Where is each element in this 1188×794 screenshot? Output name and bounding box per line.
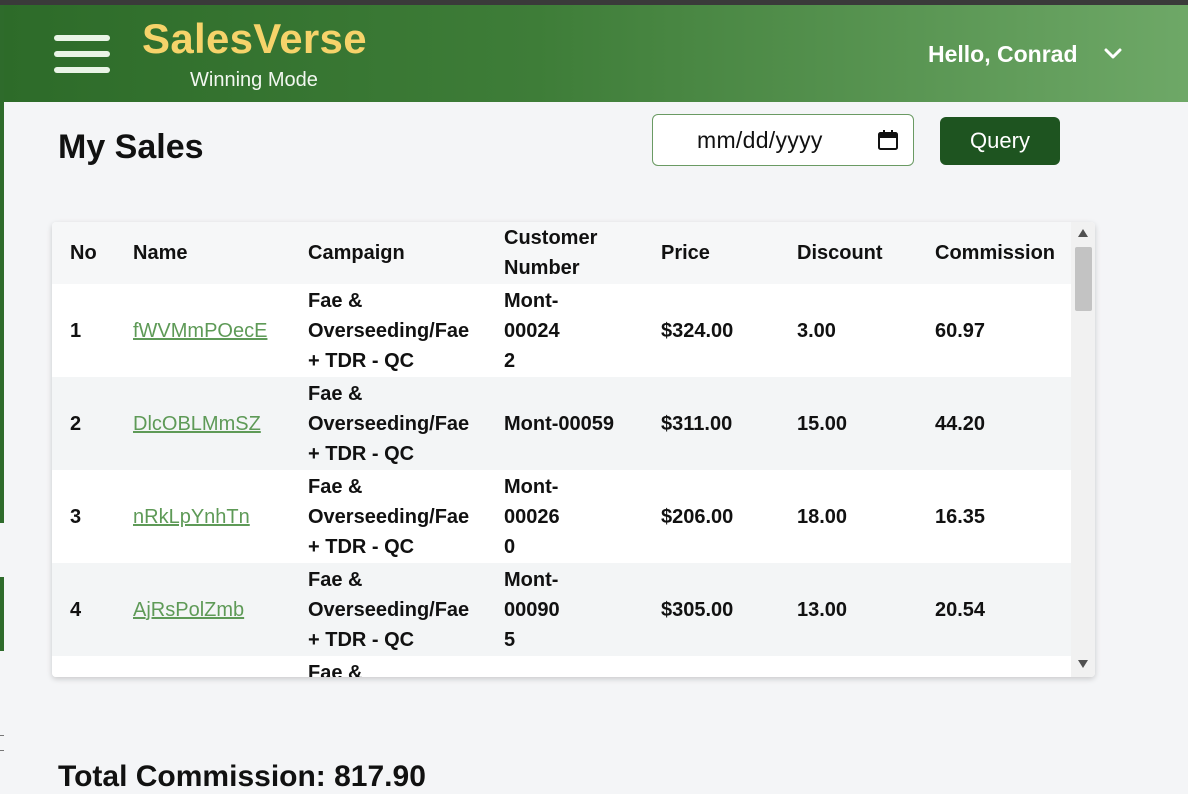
cell-campaign: Fae & Overseeding/Fae + TDR - QC: [308, 377, 504, 470]
cell-price: [661, 656, 797, 677]
name-link[interactable]: DlcOBLMmSZ: [133, 413, 261, 435]
cell-no: 3: [52, 470, 133, 563]
table-row: Fae &: [52, 656, 1071, 677]
sales-table: No Name Campaign Customer Number Price D…: [52, 222, 1071, 677]
cell-no: 2: [52, 377, 133, 470]
table-row: 2 DlcOBLMmSZ Fae & Overseeding/Fae + TDR…: [52, 377, 1071, 470]
sales-table-scroll-area[interactable]: No Name Campaign Customer Number Price D…: [52, 222, 1071, 677]
cell-commission: 16.35: [935, 470, 1071, 563]
brand-title: SalesVerse: [142, 15, 367, 62]
date-filter-input[interactable]: mm/dd/yyyy: [652, 114, 914, 166]
cell-no: 1: [52, 284, 133, 377]
cell-discount: 3.00: [797, 284, 935, 377]
cell-commission: 44.20: [935, 377, 1071, 470]
brand-subtitle: Winning Mode: [190, 69, 318, 91]
cell-customer-number: Mont-000905: [504, 563, 661, 656]
cell-price: $206.00: [661, 470, 797, 563]
table-header-row: No Name Campaign Customer Number Price D…: [52, 222, 1071, 284]
page-title: My Sales: [58, 128, 204, 166]
cell-customer-number: Mont-00059: [504, 377, 661, 470]
cell-discount: [797, 656, 935, 677]
cell-commission: 20.54: [935, 563, 1071, 656]
column-header-no: No: [52, 222, 133, 284]
cell-campaign: Fae &: [308, 656, 504, 677]
cell-campaign: Fae & Overseeding/Fae + TDR - QC: [308, 284, 504, 377]
cell-price: $324.00: [661, 284, 797, 377]
column-header-discount: Discount: [797, 222, 935, 284]
window-left-edge: [0, 5, 4, 792]
cell-no: 4: [52, 563, 133, 656]
user-menu[interactable]: Hello, Conrad: [928, 39, 1122, 69]
scrollbar-thumb[interactable]: [1075, 247, 1092, 311]
cell-customer-number: [504, 656, 661, 677]
cell-campaign: Fae & Overseeding/Fae + TDR - QC: [308, 470, 504, 563]
cell-no: [52, 656, 133, 677]
user-greeting: Hello, Conrad: [928, 40, 1078, 67]
scroll-up-arrow-icon[interactable]: [1077, 228, 1089, 238]
cell-discount: 18.00: [797, 470, 935, 563]
name-link[interactable]: AjRsPolZmb: [133, 599, 244, 621]
name-link[interactable]: nRkLpYnhTn: [133, 506, 250, 528]
cell-campaign: Fae & Overseeding/Fae + TDR - QC: [308, 563, 504, 656]
total-commission: Total Commission: 817.90: [58, 760, 426, 793]
cell-discount: 15.00: [797, 377, 935, 470]
chevron-down-icon[interactable]: [1104, 45, 1122, 63]
column-header-customer-number: Customer Number: [504, 222, 661, 284]
cell-commission: [935, 656, 1071, 677]
calendar-icon[interactable]: [877, 129, 899, 151]
cell-discount: 13.00: [797, 563, 935, 656]
sales-table-card: No Name Campaign Customer Number Price D…: [52, 222, 1095, 677]
cell-customer-number: Mont-000260: [504, 470, 661, 563]
query-button[interactable]: Query: [940, 117, 1060, 165]
table-scrollbar[interactable]: [1071, 222, 1095, 677]
table-row: 4 AjRsPolZmb Fae & Overseeding/Fae + TDR…: [52, 563, 1071, 656]
cell-price: $311.00: [661, 377, 797, 470]
column-header-campaign: Campaign: [308, 222, 504, 284]
column-header-commission: Commission: [935, 222, 1071, 284]
hamburger-menu-icon[interactable]: [54, 35, 110, 77]
scroll-down-arrow-icon[interactable]: [1077, 659, 1089, 669]
name-link[interactable]: fWVMmPOecE: [133, 320, 267, 342]
column-header-name: Name: [133, 222, 308, 284]
table-row: 1 fWVMmPOecE Fae & Overseeding/Fae + TDR…: [52, 284, 1071, 377]
cell-commission: 60.97: [935, 284, 1071, 377]
cell-customer-number: Mont-000242: [504, 284, 661, 377]
table-row: 3 nRkLpYnhTn Fae & Overseeding/Fae + TDR…: [52, 470, 1071, 563]
app-header: SalesVerse Winning Mode Hello, Conrad: [4, 5, 1188, 102]
column-header-price: Price: [661, 222, 797, 284]
date-placeholder: mm/dd/yyyy: [697, 126, 823, 153]
cell-price: $305.00: [661, 563, 797, 656]
